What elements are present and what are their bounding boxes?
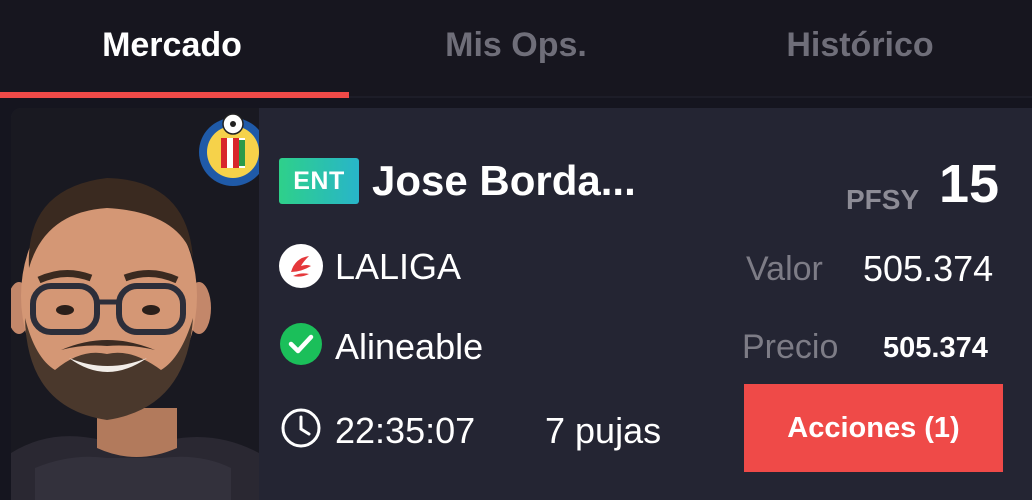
- laliga-logo-icon: [279, 244, 323, 288]
- points-label: PFSY: [846, 184, 920, 215]
- clock-icon: [281, 408, 321, 448]
- tab-historico-label: Histórico: [786, 25, 934, 64]
- league-name: LALIGA: [335, 246, 462, 287]
- player-status: Alineable: [335, 326, 484, 367]
- bid-count: 7 pujas: [545, 410, 662, 451]
- player-name[interactable]: Jose Borda...: [372, 154, 636, 208]
- actions-button[interactable]: Acciones (1): [744, 384, 1003, 472]
- check-circle-icon: [280, 323, 322, 365]
- getafe-crest-icon: [199, 113, 259, 186]
- value-label: Valor: [746, 250, 823, 288]
- price-value: 505.374: [883, 332, 988, 364]
- tab-mercado[interactable]: Mercado: [0, 0, 344, 90]
- tab-historico[interactable]: Histórico: [688, 0, 1032, 90]
- player-photo-panel: [11, 108, 259, 500]
- player-market-card[interactable]: ENT Jose Borda... PFSY 15 LALIGA Alineab…: [11, 108, 1032, 500]
- time-left: 22:35:07: [335, 410, 476, 451]
- tab-mis-ops-label: Mis Ops.: [445, 25, 587, 64]
- market-value: 505.374: [863, 248, 994, 289]
- price-label: Precio: [742, 328, 839, 366]
- tab-mis-ops[interactable]: Mis Ops.: [344, 0, 688, 90]
- tab-mercado-label: Mercado: [102, 25, 242, 64]
- tab-bar: Mercado Mis Ops. Histórico: [0, 0, 1032, 98]
- position-badge: ENT: [279, 158, 359, 204]
- tab-bar-divider: [349, 96, 1032, 98]
- active-tab-indicator: [0, 92, 349, 98]
- points-value: 15: [939, 154, 1000, 214]
